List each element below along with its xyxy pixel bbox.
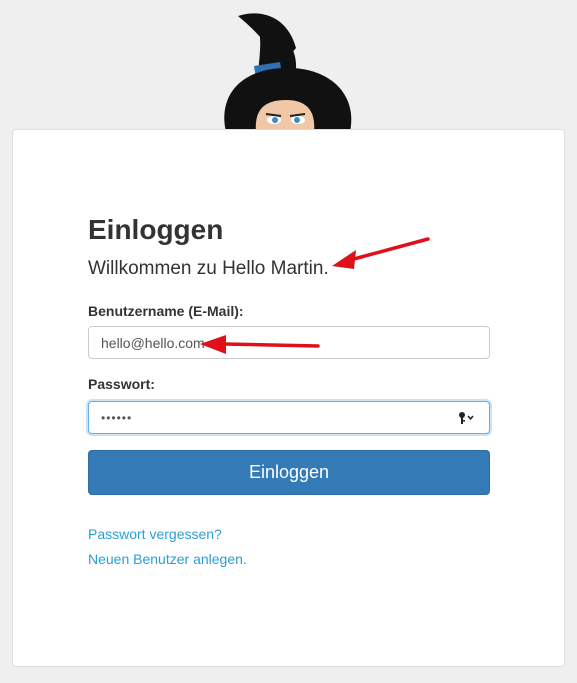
login-button[interactable]: Einloggen — [88, 450, 490, 495]
login-card: Einloggen Willkommen zu Hello Martin. Be… — [12, 129, 565, 667]
username-value: hello@hello.com — [101, 334, 205, 351]
page-title: Einloggen — [88, 214, 224, 245]
password-input[interactable]: •••••• — [88, 401, 490, 434]
password-value: •••••• — [101, 410, 133, 425]
register-link[interactable]: Neuen Benutzer anlegen. — [88, 551, 247, 567]
welcome-text: Willkommen zu Hello Martin. — [88, 258, 329, 279]
forgot-password-link[interactable]: Passwort vergessen? — [88, 526, 222, 542]
username-label: Benutzername (E-Mail): — [88, 303, 244, 319]
witch-mascot-icon — [224, 13, 352, 132]
username-input[interactable]: hello@hello.com — [88, 326, 490, 359]
password-label: Passwort: — [88, 376, 155, 392]
key-icon[interactable] — [457, 409, 475, 427]
